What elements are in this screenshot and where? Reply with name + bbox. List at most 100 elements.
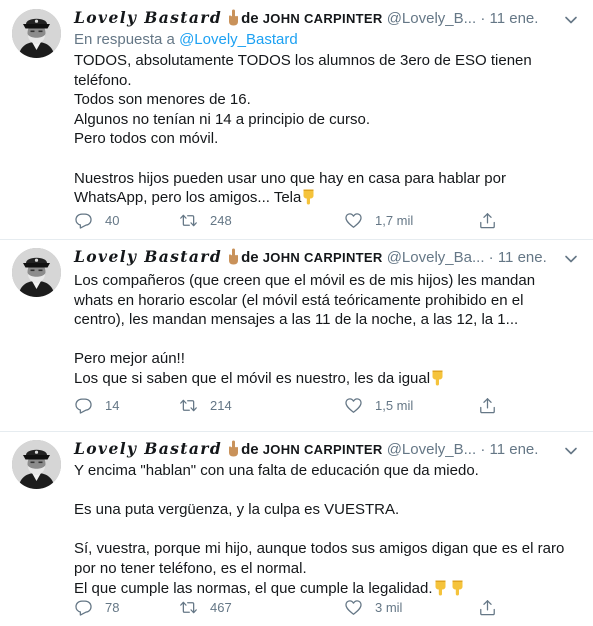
tweet-line: centro), les mandan mensajes a las 11 de… (74, 311, 519, 329)
separator-dot: · (480, 10, 486, 27)
tweet-line: teléfono. (74, 71, 132, 89)
tweet-line: Sí, vuestra, porque mi hijo, aunque todo… (74, 540, 565, 558)
display-name-de: de (241, 249, 259, 266)
tweet-line: por no tener teléfono, es el normal. (74, 559, 307, 577)
reply-count: 40 (105, 212, 120, 228)
retweet-button[interactable]: 248 (179, 208, 232, 232)
display-name-caps: JOHN CARPINTER (262, 250, 383, 265)
avatar[interactable] (12, 440, 61, 489)
pointing-down-emoji-icon (431, 369, 444, 386)
share-icon (478, 211, 497, 230)
tweet-line: Los que si saben que el móvil es nuestro… (74, 369, 574, 389)
tweet-line: whats en horario escolar (el móvil está … (74, 291, 524, 309)
reply-count: 78 (105, 599, 120, 615)
reply-icon (74, 211, 93, 230)
retweet-button[interactable]: 214 (179, 393, 232, 417)
tweet[interactable]: Lovely Bastard de JOHN CARPINTER @Lovely_… (0, 239, 593, 431)
heart-icon (344, 396, 363, 415)
tweet-header: Lovely Bastard de JOHN CARPINTER @Lovely_… (74, 8, 554, 28)
tweet-line (74, 330, 574, 350)
reply-icon (74, 396, 93, 415)
user-handle[interactable]: @Lovely_B... (387, 10, 476, 27)
tweet[interactable]: Lovely Bastard de JOHN CARPINTER @Lovely_… (0, 431, 593, 626)
retweet-count: 248 (210, 212, 232, 228)
reply-button[interactable]: 40 (74, 208, 119, 232)
tweet-line: Los compañeros (que creen que el móvil e… (74, 272, 536, 289)
tweet-line-text: El que cumple las normas, el que cumple … (74, 579, 433, 597)
like-button[interactable]: 3 mil (344, 595, 402, 619)
tweet-actions: 78 467 3 mil (74, 595, 504, 619)
tweet[interactable]: Lovely Bastard de JOHN CARPINTER @Lovely_… (0, 0, 593, 239)
timestamp[interactable]: 11 ene. (498, 249, 547, 266)
heart-icon (344, 598, 363, 617)
tweet-actions: 40 248 1,7 mil (74, 208, 504, 232)
tweet-line (74, 481, 574, 501)
timestamp[interactable]: 11 ene. (489, 441, 538, 458)
reply-button[interactable]: 14 (74, 393, 119, 417)
retweet-icon (179, 598, 198, 617)
pointing-down-emoji-icon (451, 579, 464, 596)
tweet-line: Todos son menores de 16. (74, 91, 251, 109)
middle-finger-emoji-icon (227, 9, 240, 26)
share-button[interactable] (478, 393, 509, 417)
chevron-down-icon[interactable] (563, 12, 579, 28)
tweet-actions: 14 214 1,5 mil (74, 393, 504, 417)
tweet-header: Lovely Bastard de JOHN CARPINTER @Lovely_… (74, 439, 554, 459)
reply-to-link[interactable]: @Lovely_Bastard (179, 31, 298, 48)
display-name-caps: JOHN CARPINTER (262, 442, 383, 457)
reply-context: En respuesta a @Lovely_Bastard (74, 30, 298, 50)
tweet-line: Algunos no tenían ni 14 a principio de c… (74, 110, 371, 128)
share-icon (478, 598, 497, 617)
pointing-down-emoji-icon (434, 579, 447, 596)
tweet-line: TODOS, absolutamente TODOS los alumnos d… (74, 52, 532, 69)
avatar[interactable] (12, 9, 61, 58)
tweet-text: Y encima "hablan" con una falta de educa… (74, 461, 574, 598)
like-count: 1,7 mil (375, 212, 414, 228)
like-button[interactable]: 1,7 mil (344, 208, 413, 232)
retweet-icon (179, 396, 198, 415)
user-handle[interactable]: @Lovely_B... (387, 441, 476, 458)
reply-icon (74, 598, 93, 617)
tweet-line-text: Los que si saben que el móvil es nuestro… (74, 369, 431, 387)
heart-icon (344, 211, 363, 230)
separator-dot: · (488, 249, 494, 266)
tweet-header: Lovely Bastard de JOHN CARPINTER @Lovely_… (74, 247, 554, 267)
display-name-de: de (241, 10, 259, 27)
display-name-de: de (241, 441, 259, 458)
tweet-line-text: WhatsApp, pero los amigos... Tela (74, 189, 302, 207)
like-count: 1,5 mil (375, 397, 414, 413)
pointing-down-emoji-icon (302, 188, 315, 205)
retweet-icon (179, 211, 198, 230)
display-name[interactable]: Lovely Bastard (74, 439, 222, 458)
retweet-count: 214 (210, 397, 232, 413)
tweet-text: Los compañeros (que creen que el móvil e… (74, 271, 574, 389)
tweet-text: TODOS, absolutamente TODOS los alumnos d… (74, 51, 574, 208)
tweet-line (74, 149, 574, 169)
middle-finger-emoji-icon (227, 248, 240, 265)
middle-finger-emoji-icon (227, 440, 240, 457)
retweet-button[interactable]: 467 (179, 595, 232, 619)
retweet-count: 467 (210, 599, 232, 615)
display-name[interactable]: Lovely Bastard (74, 8, 222, 27)
tweet-line: Pero mejor aún!! (74, 350, 185, 368)
like-button[interactable]: 1,5 mil (344, 393, 413, 417)
tweet-line: Es una puta vergüenza, y la culpa es VUE… (74, 501, 400, 519)
separator-dot: · (480, 441, 486, 458)
chevron-down-icon[interactable] (563, 251, 579, 267)
display-name-caps: JOHN CARPINTER (262, 11, 383, 26)
tweet-line: Pero todos con móvil. (74, 130, 219, 148)
reply-label: En respuesta a (74, 31, 175, 48)
chevron-down-icon[interactable] (563, 443, 579, 459)
reply-button[interactable]: 78 (74, 595, 119, 619)
avatar[interactable] (12, 248, 61, 297)
tweet-line: Nuestros hijos pueden usar uno que hay e… (74, 169, 506, 187)
tweet-line: WhatsApp, pero los amigos... Tela (74, 188, 574, 208)
user-handle[interactable]: @Lovely_Ba... (387, 249, 485, 266)
reply-count: 14 (105, 397, 120, 413)
tweet-line (74, 520, 574, 540)
tweet-line: Y encima "hablan" con una falta de educa… (74, 462, 479, 479)
share-button[interactable] (478, 595, 509, 619)
share-button[interactable] (478, 208, 509, 232)
timestamp[interactable]: 11 ene. (489, 10, 538, 27)
display-name[interactable]: Lovely Bastard (74, 247, 222, 266)
